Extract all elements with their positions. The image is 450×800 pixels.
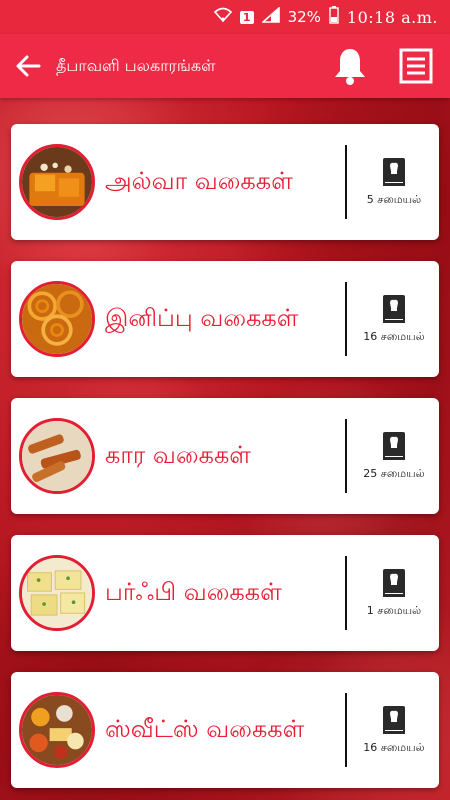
back-button[interactable]	[0, 34, 56, 98]
category-card-halwa[interactable]: அல்வா வகைகள் 5 சமையல்	[11, 124, 439, 240]
status-bar: 1 32% 10:18 a.m.	[0, 0, 450, 34]
page-title: தீபாவளி பலகாரங்கள்	[56, 55, 216, 75]
arrow-left-icon	[16, 55, 41, 77]
recipe-count: 25 சமையல்	[355, 431, 433, 482]
recipe-count-text: 16 சமையல்	[363, 740, 425, 754]
category-card-sweets-assorted[interactable]: ஸ்வீட்ஸ் வகைகள் 16 சமையல்	[11, 672, 439, 788]
menu-button[interactable]	[396, 46, 436, 86]
recipe-count-text: 5 சமையல்	[366, 192, 422, 206]
recipe-book-icon	[383, 705, 405, 734]
jangiri-thumbnail	[19, 281, 95, 357]
divider	[345, 145, 347, 219]
category-label: அல்வா வகைகள்	[105, 166, 293, 195]
battery-percent: 32%	[287, 8, 321, 26]
signal-icon	[260, 6, 280, 27]
recipe-count: 16 சமையல்	[355, 294, 433, 345]
list-menu-icon	[399, 48, 433, 84]
bell-icon	[335, 49, 365, 85]
recipe-count: 5 சமையல்	[355, 157, 433, 208]
category-card-savory[interactable]: கார வகைகள் 25 சமையல்	[11, 398, 439, 514]
recipe-book-icon	[383, 568, 405, 597]
category-card-sweets[interactable]: இனிப்பு வகைகள் 16 சமையல்	[11, 261, 439, 377]
battery-icon	[329, 6, 339, 28]
category-label: பர்ஃபி வகைகள்	[105, 577, 282, 606]
notifications-button[interactable]	[328, 44, 372, 88]
recipe-count-text: 25 சமையல்	[363, 466, 425, 480]
wifi-icon	[213, 7, 233, 27]
category-label: ஸ்வீட்ஸ் வகைகள்	[105, 714, 305, 743]
category-label: இனிப்பு வகைகள்	[105, 303, 299, 332]
category-label: கார வகைகள்	[105, 440, 251, 469]
halwa-thumbnail	[19, 144, 95, 220]
sweets-thumbnail	[19, 692, 95, 768]
recipe-count-text: 16 சமையல்	[363, 329, 425, 343]
clock: 10:18 a.m.	[346, 7, 438, 27]
burfi-thumbnail	[19, 555, 95, 631]
recipe-count: 1 சமையல்	[355, 568, 433, 619]
app-bar: தீபாவளி பலகாரங்கள்	[0, 34, 450, 98]
divider	[345, 419, 347, 493]
recipe-count-text: 1 சமையல்	[366, 603, 422, 617]
recipe-count: 16 சமையல்	[355, 705, 433, 756]
sim-badge: 1	[239, 10, 254, 24]
divider	[345, 556, 347, 630]
recipe-book-icon	[383, 294, 405, 323]
recipe-book-icon	[383, 431, 405, 460]
category-card-burfi[interactable]: பர்ஃபி வகைகள் 1 சமையல்	[11, 535, 439, 651]
divider	[345, 282, 347, 356]
recipe-book-icon	[383, 157, 405, 186]
savory-thumbnail	[19, 418, 95, 494]
divider	[345, 693, 347, 767]
